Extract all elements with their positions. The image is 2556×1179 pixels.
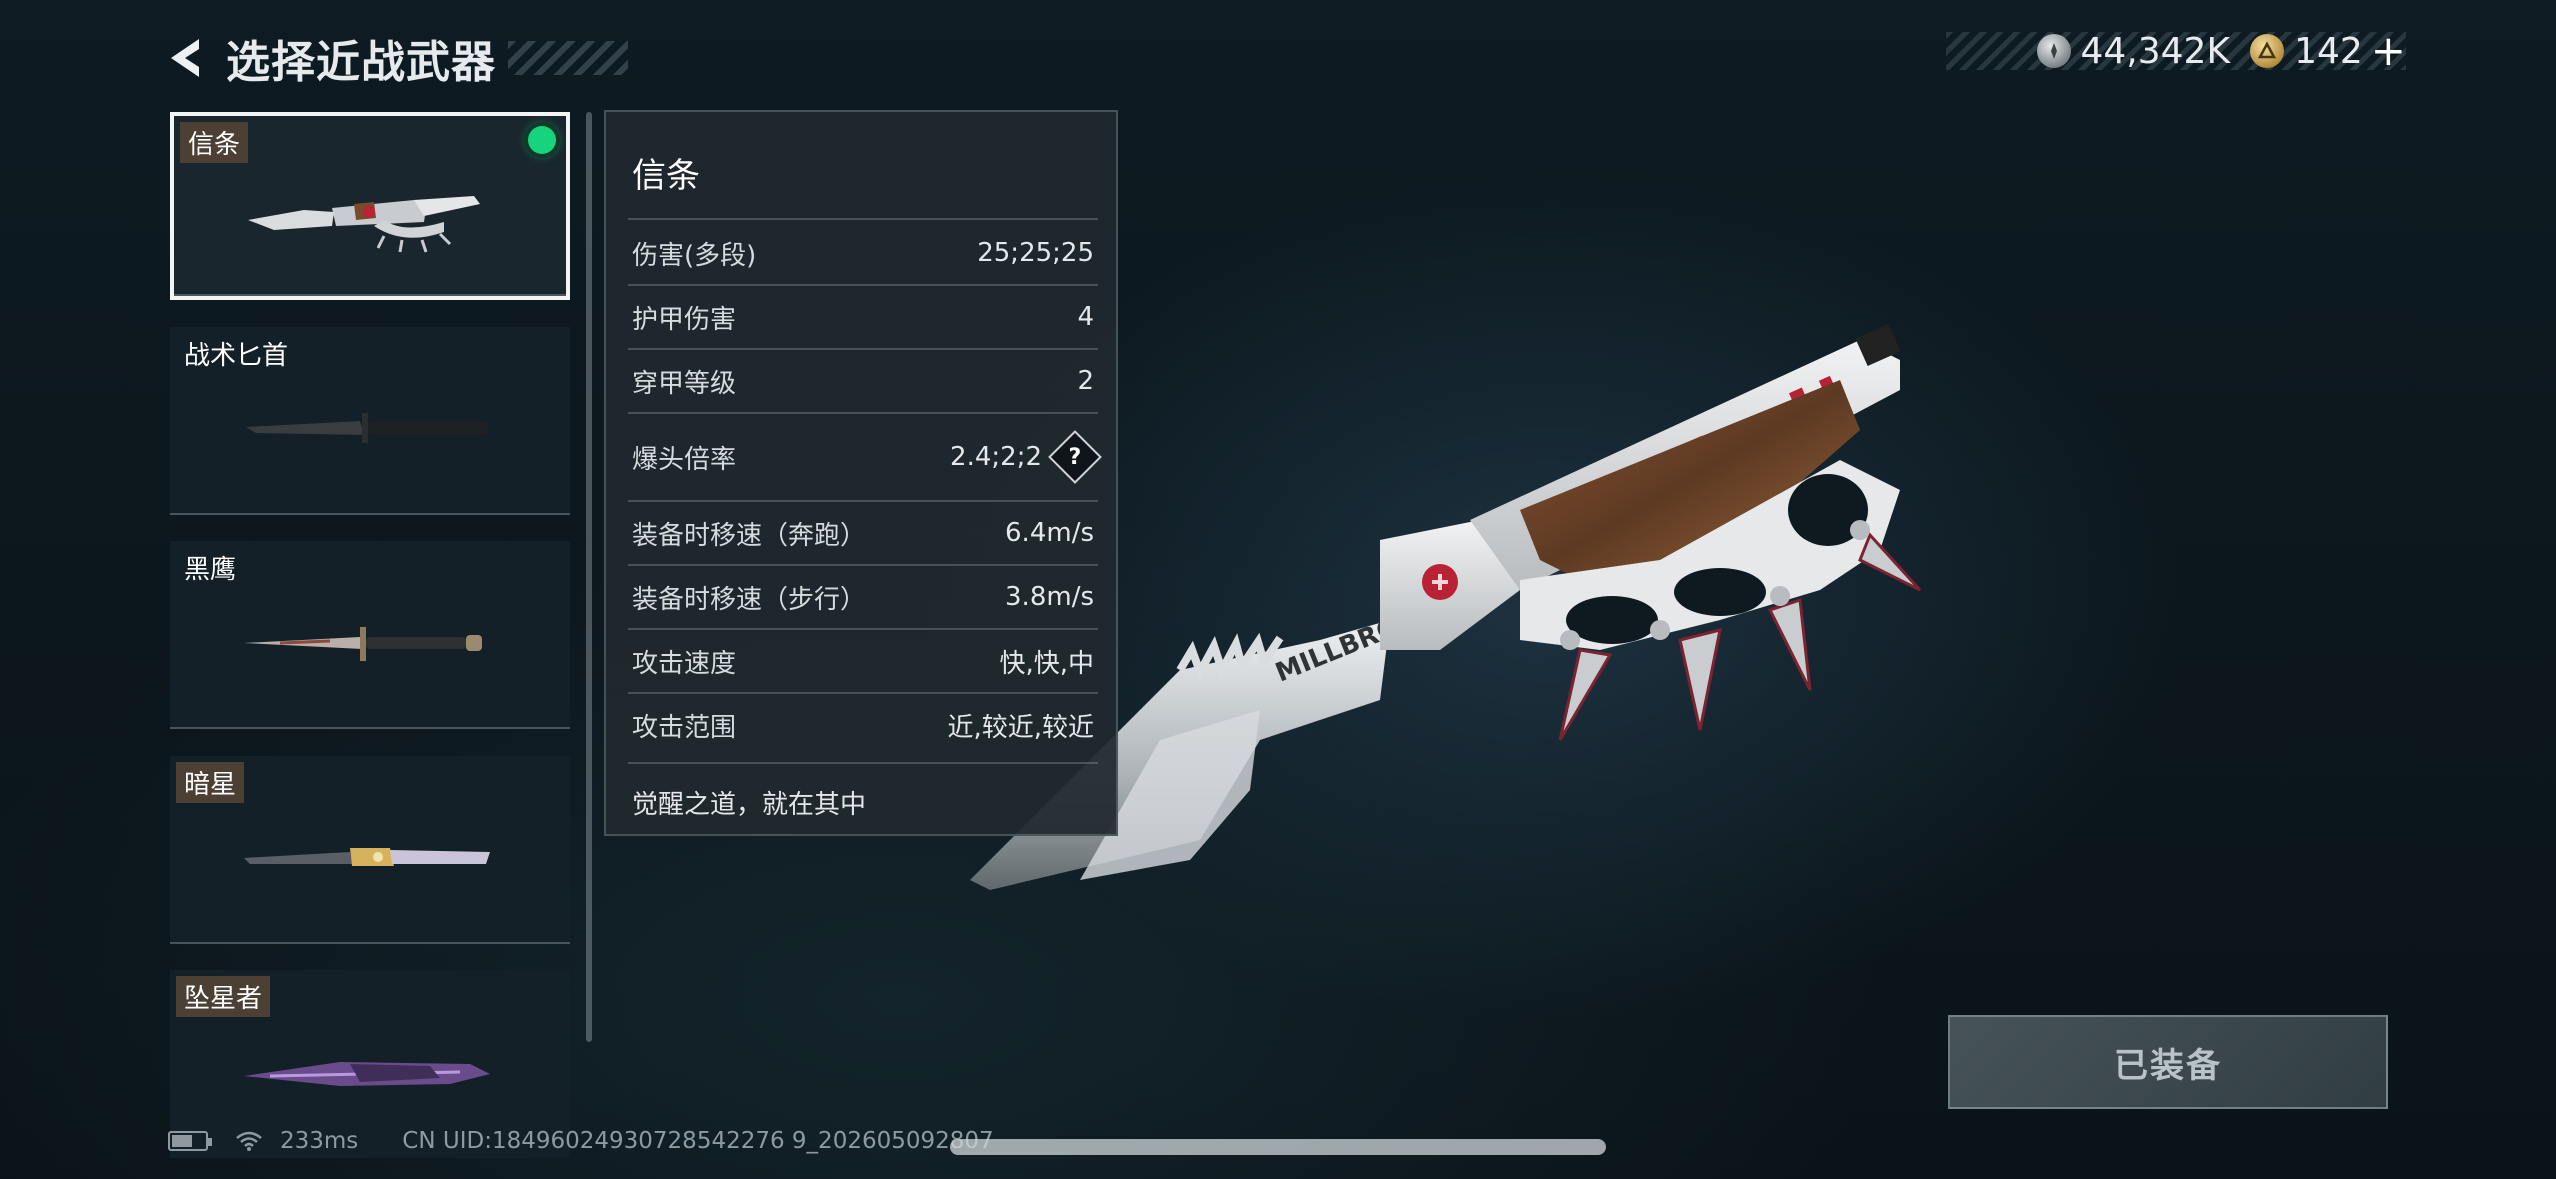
title-decoration <box>508 41 628 75</box>
ping-value: 233ms <box>280 1128 359 1154</box>
equipped-indicator-icon <box>528 126 556 154</box>
weapon-item[interactable]: 黑鹰 <box>170 541 570 729</box>
status-bar: 233ms CN UID:18496024930728542276 9_2026… <box>168 1128 994 1154</box>
item-divider <box>174 294 566 296</box>
weapon-list-scrollbar[interactable] <box>586 112 592 1042</box>
gold-coin-icon <box>2250 34 2285 68</box>
blackhawk-knife-thumbnail <box>244 627 482 661</box>
stat-label: 装备时移速（奔跑） <box>632 520 867 551</box>
weapon-name: 坠星者 <box>176 976 271 1017</box>
stat-label: 爆头倍率 <box>632 444 737 475</box>
stat-row-run-speed: 装备时移速（奔跑） 6.4m/s <box>628 502 1098 564</box>
battery-icon <box>168 1131 212 1151</box>
stat-label: 伤害(多段) <box>632 240 757 271</box>
equipped-button[interactable]: 已装备 <box>1948 1015 2388 1109</box>
item-divider <box>170 513 570 515</box>
stat-value-group: 2.4;2;2 ? <box>950 430 1102 484</box>
silver-amount: 44,342K <box>2080 30 2231 72</box>
currency-gold: 142 + <box>2250 30 2406 72</box>
stat-value: 快,快,中 <box>999 648 1094 679</box>
divider <box>628 218 1098 220</box>
stat-row-attack-speed: 攻击速度 快,快,中 <box>628 630 1098 692</box>
currency-bar: 44,342K 142 + <box>1946 30 2406 72</box>
weapon-name: 战术匕首 <box>184 341 289 371</box>
stat-label: 装备时移速（步行） <box>632 584 867 615</box>
stat-row-armor-damage: 护甲伤害 4 <box>628 286 1098 348</box>
stat-value: 2 <box>1077 366 1094 396</box>
weapon-item[interactable]: 战术匕首 <box>170 327 570 515</box>
stat-label: 穿甲等级 <box>632 368 737 399</box>
weapon-name: 信条 <box>180 122 249 163</box>
add-currency-button[interactable]: + <box>2371 30 2406 72</box>
stat-value: 近,较近,较近 <box>947 712 1094 743</box>
stat-row-headshot: 爆头倍率 2.4;2;2 ? <box>628 414 1102 500</box>
weapon-name: 黑鹰 <box>184 555 237 585</box>
stat-label: 护甲伤害 <box>632 304 737 335</box>
gold-amount: 142 <box>2294 30 2363 72</box>
item-divider <box>170 942 570 944</box>
weapon-item[interactable]: 信条 <box>170 112 570 300</box>
tactical-dagger-thumbnail <box>246 413 488 443</box>
stat-label: 攻击范围 <box>632 712 737 743</box>
stat-row-penetration: 穿甲等级 2 <box>628 350 1098 412</box>
stat-value: 2.4;2;2 <box>950 442 1042 472</box>
weapon-stats-panel: 信条 伤害(多段) 25;25;25 护甲伤害 4 穿甲等级 2 爆头倍率 2.… <box>604 110 1118 836</box>
question-icon: ? <box>1068 444 1082 470</box>
divider <box>628 762 1098 764</box>
stat-row-attack-range: 攻击范围 近,较近,较近 <box>628 694 1098 756</box>
stat-value: 6.4m/s <box>1005 518 1094 548</box>
item-divider <box>170 727 570 729</box>
help-button[interactable]: ? <box>1048 430 1102 484</box>
back-arrow-icon <box>171 39 199 77</box>
equipped-button-label: 已装备 <box>2114 1045 2222 1086</box>
home-indicator[interactable] <box>950 1139 1606 1155</box>
weapon-description: 觉醒之道，就在其中 <box>632 790 867 820</box>
user-uid: CN UID:18496024930728542276 9_2026050928… <box>402 1128 994 1154</box>
stat-value: 3.8m/s <box>1005 582 1094 612</box>
darkstar-knife-thumbnail <box>244 848 490 866</box>
stat-label: 攻击速度 <box>632 648 737 679</box>
wifi-icon <box>234 1129 264 1153</box>
weapon-item[interactable]: 暗星 <box>170 756 570 944</box>
header: 选择近战武器 <box>160 28 628 88</box>
silver-coin-icon <box>2036 34 2071 68</box>
stat-row-damage: 伤害(多段) 25;25;25 <box>628 222 1098 284</box>
currency-silver: 44,342K <box>2036 30 2231 72</box>
weapon-name: 暗星 <box>176 762 245 803</box>
stat-value: 25;25;25 <box>977 238 1094 268</box>
starfaller-knife-thumbnail <box>244 1062 490 1086</box>
page-title: 选择近战武器 <box>226 37 496 88</box>
stat-row-walk-speed: 装备时移速（步行） 3.8m/s <box>628 566 1098 628</box>
knuckle-knife-thumbnail <box>248 196 480 253</box>
stat-value: 4 <box>1077 302 1094 332</box>
back-button[interactable] <box>160 32 212 84</box>
stats-weapon-name: 信条 <box>632 156 700 196</box>
